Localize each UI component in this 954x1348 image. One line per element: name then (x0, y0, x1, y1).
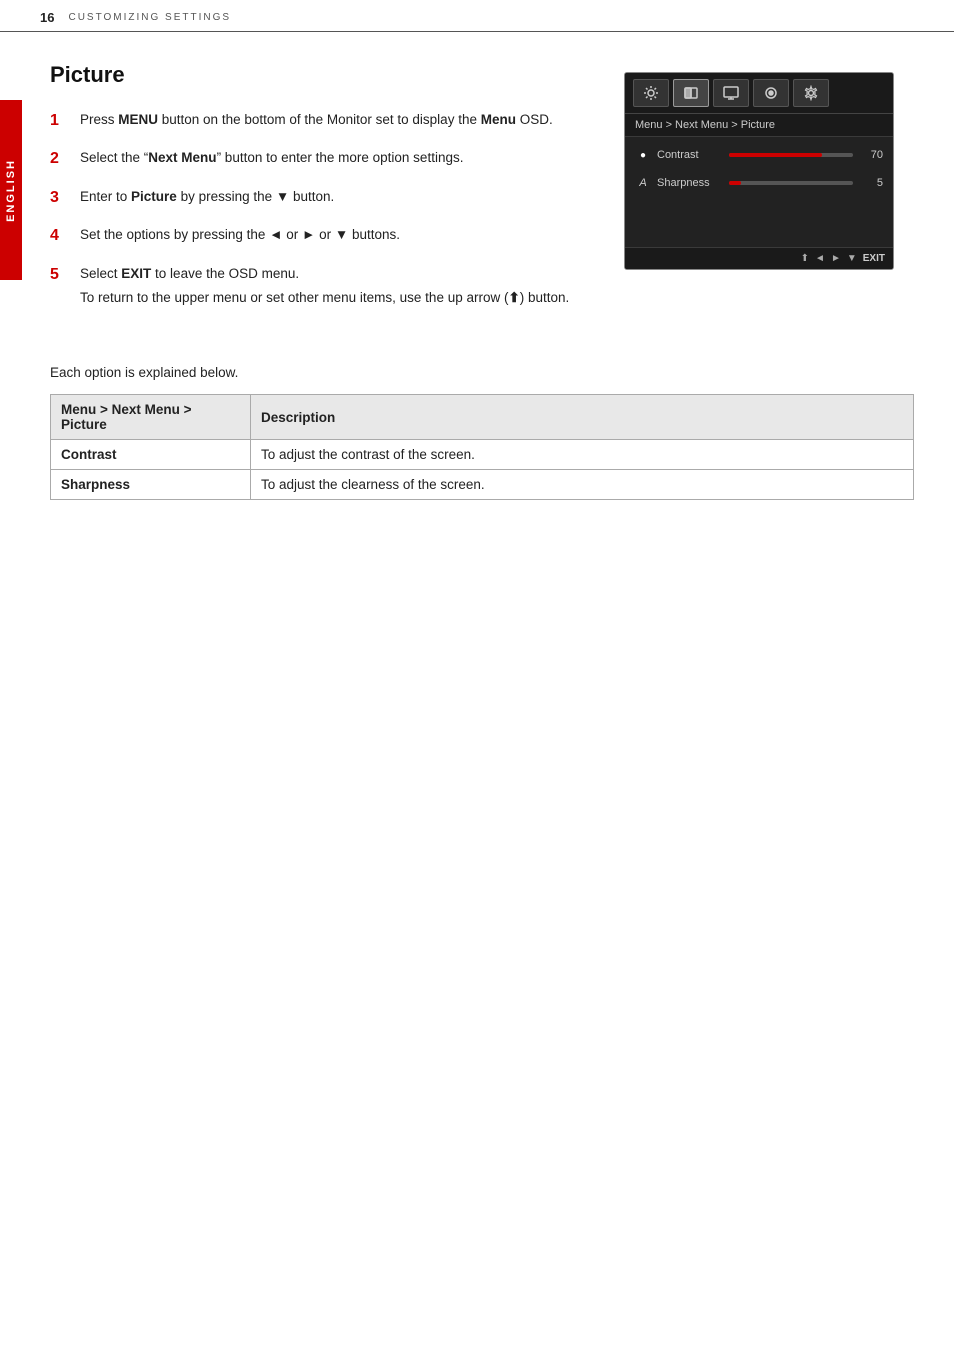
osd-contrast-slider[interactable] (729, 153, 853, 157)
osd-icon-screen[interactable] (713, 79, 749, 107)
step-1: 1 Press MENU button on the bottom of the… (50, 110, 594, 132)
osd-bottom-bar: ⬆ ◄ ► ▼ EXIT (625, 247, 893, 269)
step-3-text: Enter to Picture by pressing the ▼ butto… (80, 187, 334, 208)
step-2-text: Select the “Next Menu” button to enter t… (80, 148, 463, 169)
step-4-number: 4 (50, 225, 68, 247)
step-4: 4 Set the options by pressing the ◄ or ►… (50, 225, 594, 247)
options-intro: Each option is explained below. (50, 365, 914, 380)
osd-contrast-value: 70 (865, 149, 883, 161)
page-number: 16 (40, 10, 54, 25)
section-title: Picture (50, 62, 594, 88)
step-4-text: Set the options by pressing the ◄ or ► o… (80, 225, 400, 246)
left-column: Picture 1 Press MENU button on the botto… (50, 62, 594, 325)
step-5: 5 Select EXIT to leave the OSD menu. To … (50, 264, 594, 310)
osd-contrast-icon: ● (635, 147, 651, 163)
right-column: Menu > Next Menu > Picture ● Contrast 70… (624, 62, 914, 325)
step-2: 2 Select the “Next Menu” button to enter… (50, 148, 594, 170)
page-wrapper: ENGLISH 16 CUSTOMIZING SETTINGS Picture … (0, 0, 954, 1348)
table-row: Contrast To adjust the contrast of the s… (51, 440, 914, 470)
table-header-row: Menu > Next Menu > Picture Description (51, 395, 914, 440)
main-content: Picture 1 Press MENU button on the botto… (0, 32, 954, 355)
osd-menu-area: ● Contrast 70 A Sharpness 5 (625, 137, 893, 247)
step-3-number: 3 (50, 187, 68, 209)
table-cell-name: Contrast (51, 440, 251, 470)
osd-contrast-label: Contrast (657, 149, 717, 161)
osd-breadcrumb: Menu > Next Menu > Picture (625, 114, 893, 137)
step-5-text: Select EXIT to leave the OSD menu. To re… (80, 264, 569, 310)
step-3: 3 Enter to Picture by pressing the ▼ but… (50, 187, 594, 209)
step-5-number: 5 (50, 264, 68, 286)
steps-list: 1 Press MENU button on the bottom of the… (50, 110, 594, 309)
osd-up-icon: ⬆ (801, 253, 809, 264)
osd-icon-picture[interactable] (673, 79, 709, 107)
osd-sharpness-icon: A (635, 175, 651, 191)
osd-exit-label[interactable]: EXIT (863, 253, 885, 264)
step-1-number: 1 (50, 110, 68, 132)
table-col1-header: Menu > Next Menu > Picture (51, 395, 251, 440)
osd-icon-bar (625, 73, 893, 114)
osd-down-icon: ▼ (847, 253, 857, 264)
osd-left-icon: ◄ (815, 253, 825, 264)
table-cell-desc: To adjust the contrast of the screen. (251, 440, 914, 470)
osd-icon-settings[interactable] (793, 79, 829, 107)
osd-sharpness-label: Sharpness (657, 177, 717, 189)
osd-right-icon: ► (831, 253, 841, 264)
osd-sharpness-slider[interactable] (729, 181, 853, 185)
options-table: Menu > Next Menu > Picture Description C… (50, 394, 914, 500)
osd-display: Menu > Next Menu > Picture ● Contrast 70… (624, 72, 894, 270)
table-row: Sharpness To adjust the clearness of the… (51, 470, 914, 500)
osd-contrast-fill (729, 153, 822, 157)
sidebar-language-label: ENGLISH (0, 100, 22, 280)
osd-row-contrast: ● Contrast 70 (635, 147, 883, 163)
step-2-number: 2 (50, 148, 68, 170)
page-header: 16 CUSTOMIZING SETTINGS (0, 0, 954, 32)
osd-sharpness-fill (729, 181, 741, 185)
osd-icon-audio[interactable] (753, 79, 789, 107)
osd-icon-brightness[interactable] (633, 79, 669, 107)
table-col2-header: Description (251, 395, 914, 440)
sidebar-label-text: ENGLISH (5, 159, 17, 222)
step-1-text: Press MENU button on the bottom of the M… (80, 110, 553, 131)
table-cell-name: Sharpness (51, 470, 251, 500)
header-title: CUSTOMIZING SETTINGS (68, 12, 231, 23)
options-section: Each option is explained below. Menu > N… (0, 365, 954, 500)
table-cell-desc: To adjust the clearness of the screen. (251, 470, 914, 500)
osd-row-sharpness: A Sharpness 5 (635, 175, 883, 191)
osd-sharpness-value: 5 (865, 177, 883, 189)
